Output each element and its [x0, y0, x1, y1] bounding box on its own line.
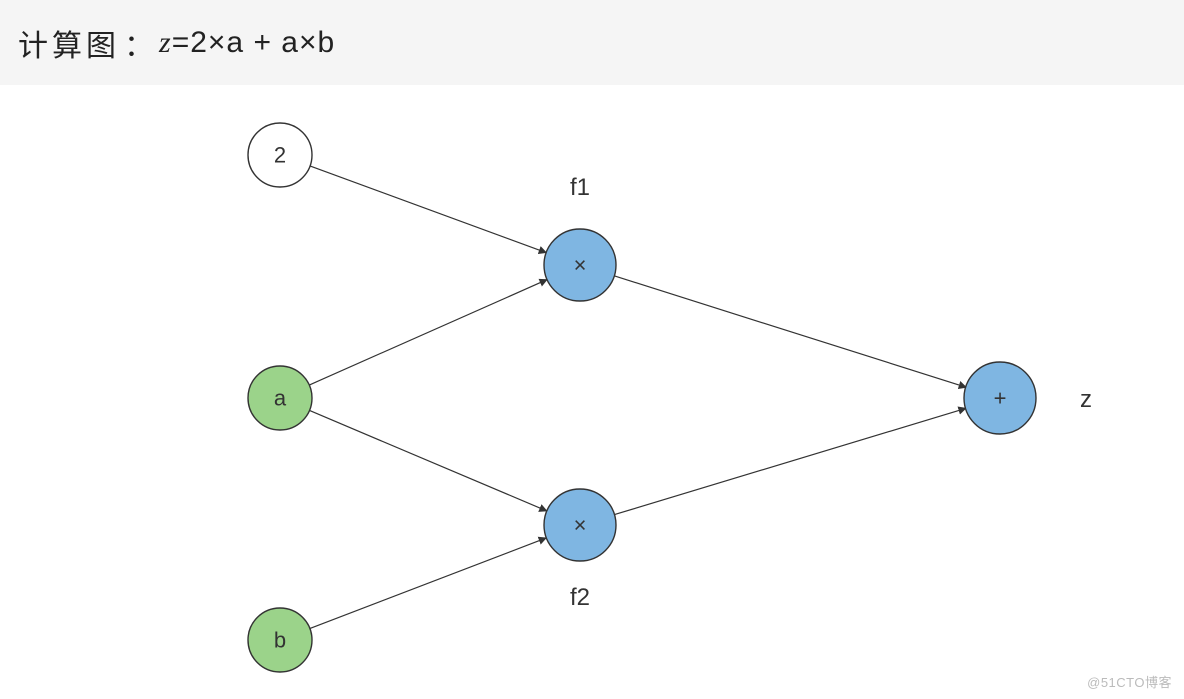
node-op-f2-anno: f2 [570, 584, 590, 611]
title-sep: ： [124, 21, 155, 65]
node-var-b: b [248, 608, 312, 672]
edge-f1-to-plus [614, 276, 966, 388]
node-op-f2-symbol: × [574, 513, 587, 538]
node-op-f1-symbol: × [574, 253, 587, 278]
node-op-plus-anno: z [1080, 386, 1092, 413]
edge-a-to-f1 [309, 280, 547, 385]
edge-b-to-f2 [310, 538, 546, 629]
edge-f2-to-plus [614, 408, 966, 514]
diagram-stage: 2 a b × f1 × f2 + z [0, 85, 1184, 699]
title-eq: = [172, 26, 191, 60]
node-const-2-label: 2 [274, 143, 286, 168]
title-band: 计算图 ： z = 2×a + a×b [0, 0, 1184, 85]
edge-2-to-f1 [310, 166, 546, 253]
node-op-plus-symbol: + [994, 386, 1007, 411]
node-op-f2: × f2 [544, 489, 616, 611]
watermark: @51CTO博客 [1087, 672, 1172, 691]
computation-graph: 2 a b × f1 × f2 + z [0, 85, 1184, 699]
title-var-z: z [159, 26, 172, 60]
node-var-a-label: a [274, 386, 287, 411]
edges [309, 166, 966, 629]
node-var-a: a [248, 366, 312, 430]
title-expr: 2×a + a×b [190, 26, 335, 60]
node-var-b-label: b [274, 628, 286, 653]
node-op-plus: + z [964, 362, 1092, 434]
edge-a-to-f2 [310, 410, 547, 510]
node-op-f1: × f1 [544, 174, 616, 301]
node-const-2: 2 [248, 123, 312, 187]
node-op-f1-anno: f1 [570, 174, 590, 201]
title-prefix: 计算图 [18, 21, 120, 65]
